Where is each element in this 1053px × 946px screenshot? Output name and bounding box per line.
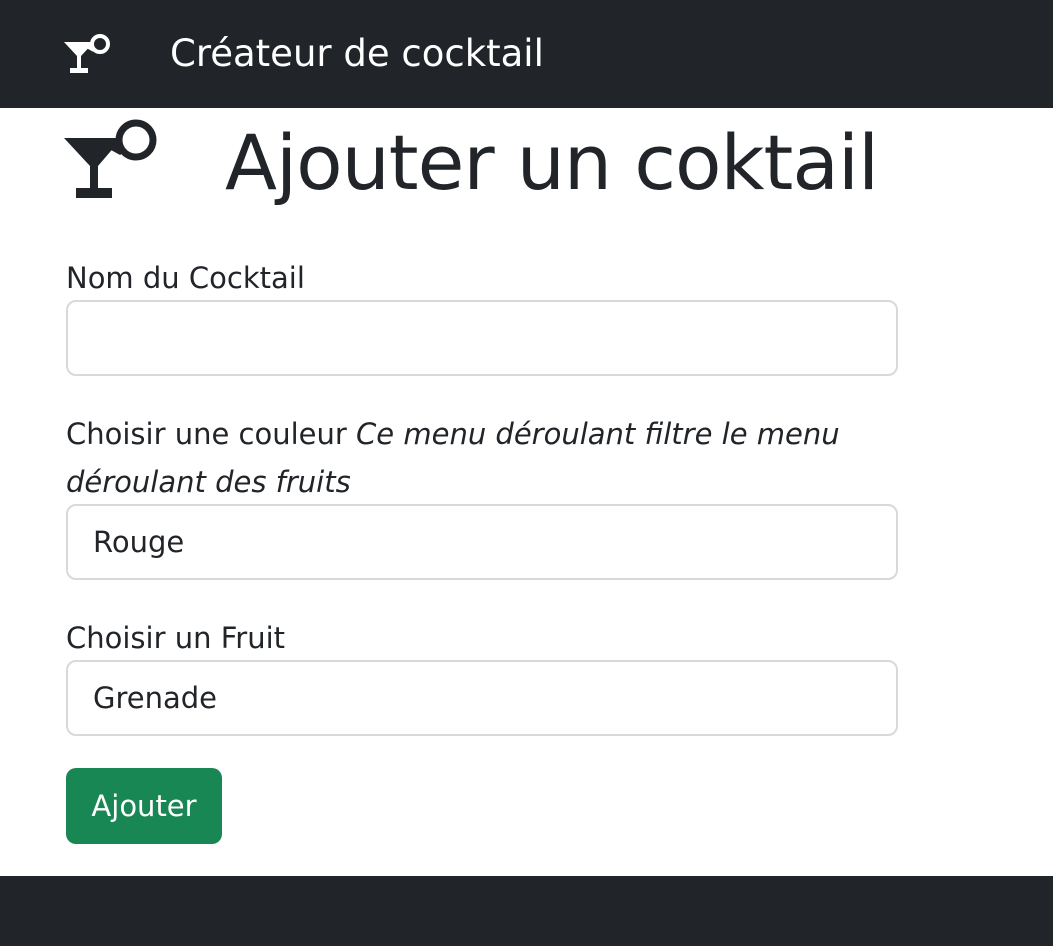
- cocktail-icon: [64, 119, 157, 198]
- navbar-brand[interactable]: Créateur de cocktail: [170, 28, 544, 80]
- add-button[interactable]: Ajouter: [66, 768, 222, 844]
- page-title: Ajouter un coktail: [225, 118, 879, 207]
- fruit-select[interactable]: Grenade: [66, 660, 898, 736]
- fruit-label: Choisir un Fruit: [66, 621, 286, 655]
- footer: [0, 876, 1053, 946]
- name-label: Nom du Cocktail: [66, 261, 305, 295]
- fruit-select-value: Grenade: [93, 681, 218, 715]
- color-select-value: Rouge: [93, 525, 185, 559]
- color-select[interactable]: Rouge: [66, 504, 898, 580]
- color-hint-line2: déroulant des fruits: [66, 465, 351, 499]
- navbar: Créateur de cocktail: [0, 0, 1053, 108]
- cocktail-name-input[interactable]: [66, 300, 898, 376]
- color-hint-continuation: déroulant des fruits: [66, 458, 351, 506]
- color-label-text: Choisir une couleur: [66, 417, 347, 451]
- color-label: Choisir une couleur Ce menu déroulant fi…: [66, 410, 840, 458]
- color-hint-line1: Ce menu déroulant filtre le menu: [356, 417, 840, 451]
- cocktail-icon: [64, 34, 110, 73]
